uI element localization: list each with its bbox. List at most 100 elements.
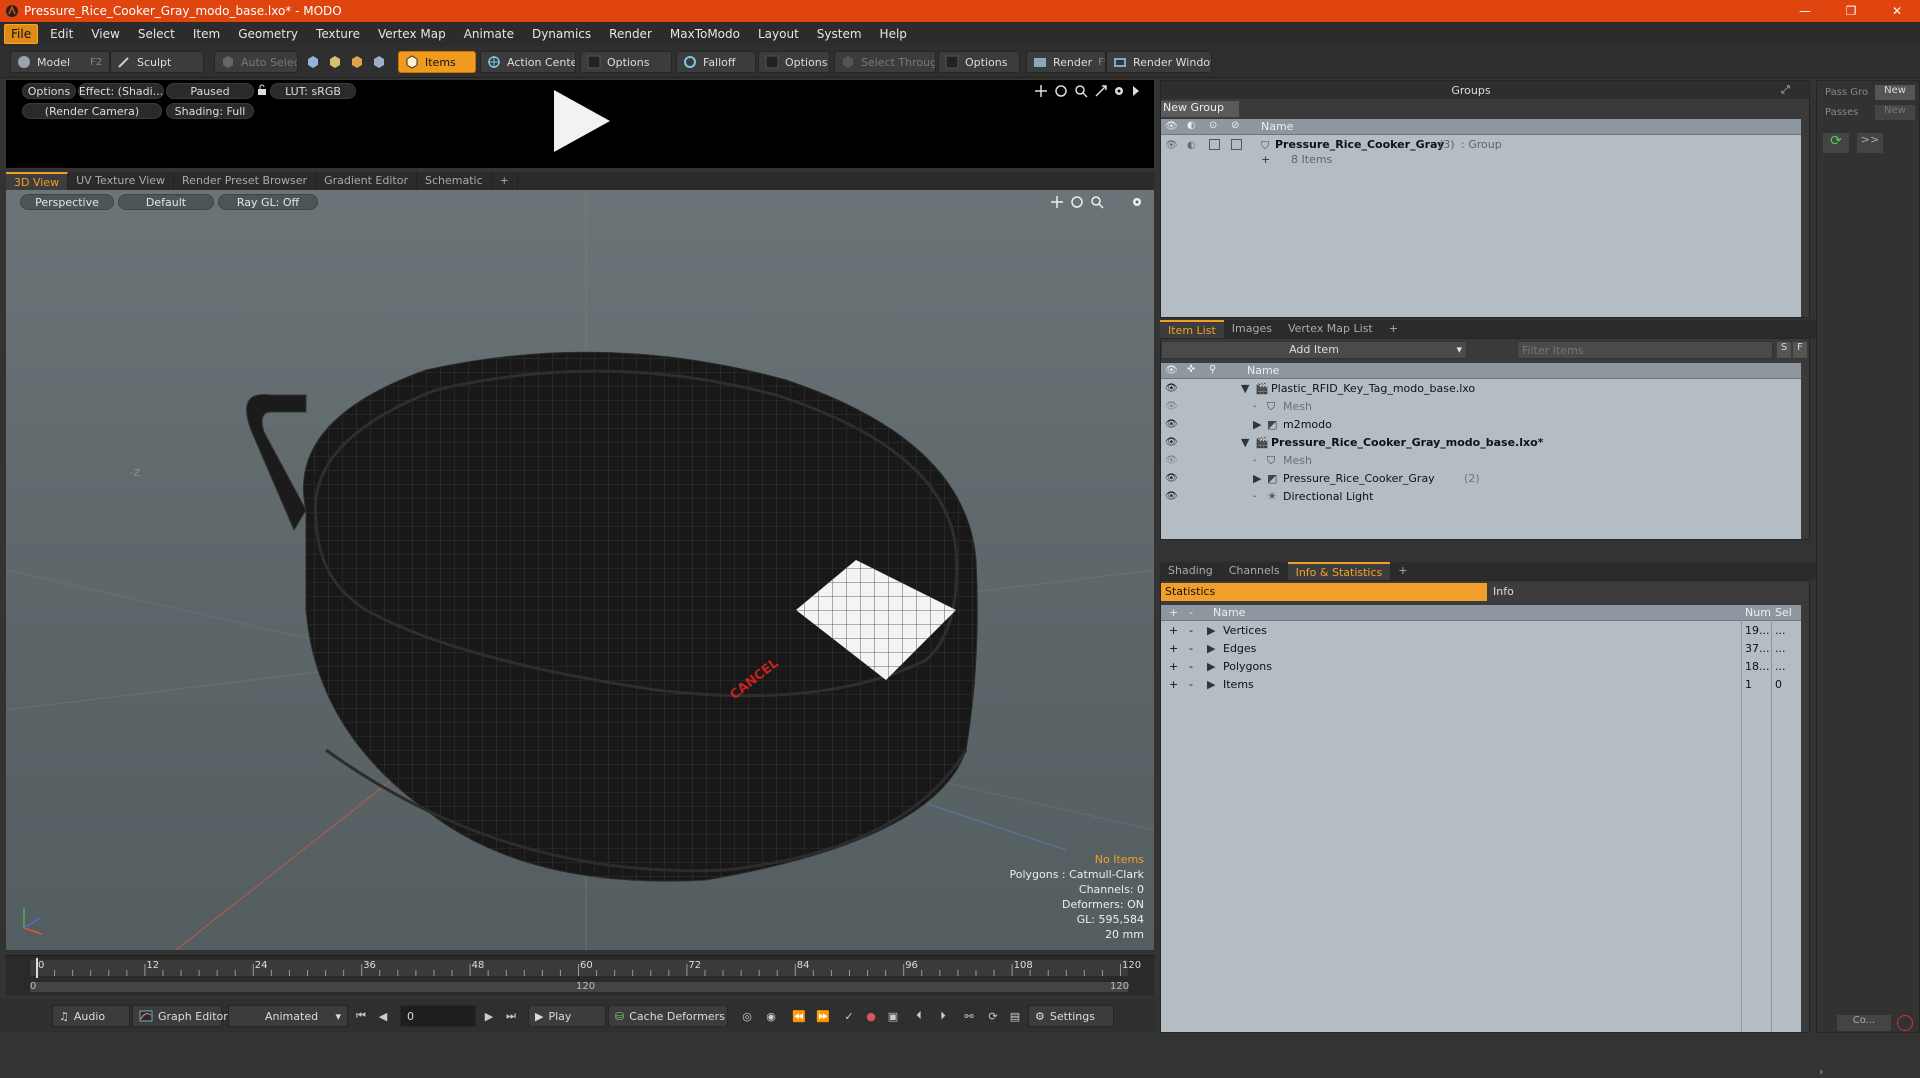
- vertex-select-icon[interactable]: [306, 55, 320, 69]
- gear-icon[interactable]: [1130, 195, 1144, 209]
- expand-plus-icon[interactable]: +: [1169, 624, 1178, 637]
- play-icon[interactable]: [546, 86, 616, 159]
- menu-layout[interactable]: Layout: [752, 25, 805, 43]
- tab-3d-view[interactable]: 3D View: [6, 172, 69, 190]
- tab-shading[interactable]: Shading: [1160, 562, 1221, 580]
- go-to-end-icon[interactable]: ⏭: [502, 1007, 520, 1025]
- perspective-dropdown[interactable]: Perspective: [20, 194, 114, 210]
- cache-deformers-button[interactable]: ⛁ Cache Deformers: [608, 1005, 728, 1027]
- render-toggle-icon[interactable]: ⚲: [1209, 364, 1216, 375]
- new-pass-group-button[interactable]: New: [1875, 85, 1915, 100]
- tab-schematic[interactable]: Schematic: [417, 172, 492, 190]
- menu-render[interactable]: Render: [603, 25, 658, 43]
- render-toggle-icon[interactable]: ◐: [1187, 140, 1196, 151]
- expand-arrow-icon[interactable]: ▶: [1207, 624, 1215, 637]
- tab-render-preset-browser[interactable]: Render Preset Browser: [174, 172, 317, 190]
- layers-icon[interactable]: ▤: [1006, 1007, 1024, 1025]
- record-icon[interactable]: ●: [862, 1007, 880, 1025]
- menu-item[interactable]: Item: [187, 25, 226, 43]
- auto-key-icon[interactable]: ◉: [762, 1007, 780, 1025]
- eye-icon[interactable]: 👁: [1165, 140, 1178, 151]
- item-row[interactable]: 👁 ▼ 🎬 Pressure_Rice_Cooker_Gray_modo_base.l…: [1161, 435, 1801, 453]
- shading-default-dropdown[interactable]: Default: [118, 194, 214, 210]
- co-button[interactable]: Co...: [1837, 1015, 1891, 1031]
- collapse-all-icon[interactable]: -: [1189, 606, 1193, 619]
- expand-icon[interactable]: ⤢: [1781, 83, 1809, 97]
- item-row[interactable]: 👁 ▼ 🎬 Plastic_RFID_Key_Tag_modo_base.lxo: [1161, 381, 1801, 399]
- expand-arrow-icon[interactable]: ▶: [1207, 660, 1215, 673]
- expand-all-icon[interactable]: +: [1169, 606, 1178, 619]
- select-toggle-icon[interactable]: ⊘: [1231, 120, 1239, 131]
- expand-arrow-icon[interactable]: ▶: [1253, 472, 1261, 485]
- polygon-select-icon[interactable]: [350, 55, 364, 69]
- key-settings-icon[interactable]: ▣: [884, 1007, 902, 1025]
- model-mode-button[interactable]: Model F2: [10, 51, 110, 73]
- s-toggle[interactable]: S: [1777, 342, 1791, 358]
- menu-dynamics[interactable]: Dynamics: [526, 25, 597, 43]
- expand-arrow-icon[interactable]: ·: [1253, 454, 1257, 467]
- render-button[interactable]: Render F9: [1026, 51, 1106, 73]
- more-button[interactable]: >>: [1857, 133, 1883, 153]
- stat-row[interactable]: + - ▶ Edges 37......: [1161, 641, 1801, 659]
- material-select-icon[interactable]: [372, 55, 386, 69]
- stat-row[interactable]: + - ▶ Items 1 0: [1161, 677, 1801, 695]
- groups-list[interactable]: Name 👁 ◐ ⊙ ⊘ 👁 ◐ ⛉ Pressure_Rice_Cooker_…: [1161, 119, 1801, 317]
- falloff-options-button[interactable]: Options: [758, 51, 830, 73]
- expand-plus-icon[interactable]: +: [1169, 660, 1178, 673]
- item-row[interactable]: 👁 · ⛉ Mesh: [1161, 399, 1801, 417]
- frame-input[interactable]: 0: [400, 1005, 476, 1027]
- animated-dropdown[interactable]: Animated ▾: [228, 1005, 348, 1027]
- auto-select-button[interactable]: Auto Select: [214, 51, 298, 73]
- add-tab-button[interactable]: +: [1381, 320, 1406, 338]
- preview-camera-dropdown[interactable]: (Render Camera): [22, 103, 162, 119]
- stat-row[interactable]: + - ▶ Polygons 18......: [1161, 659, 1801, 677]
- eye-icon[interactable]: 👁: [1165, 455, 1178, 466]
- tab-images[interactable]: Images: [1224, 320, 1280, 338]
- lock-icon[interactable]: [256, 84, 268, 96]
- new-pass-button[interactable]: New: [1875, 105, 1915, 120]
- next-frame-icon[interactable]: ▶: [480, 1007, 498, 1025]
- menu-vertex-map[interactable]: Vertex Map: [372, 25, 452, 43]
- action-center-button[interactable]: Action Center: [480, 51, 576, 73]
- zoom-view-icon[interactable]: [1090, 195, 1104, 209]
- eye-icon[interactable]: 👁: [1165, 419, 1178, 430]
- sculpt-mode-button[interactable]: Sculpt: [110, 51, 204, 73]
- info-subtab[interactable]: Info: [1489, 583, 1807, 601]
- menu-edit[interactable]: Edit: [44, 25, 79, 43]
- item-row[interactable]: 👁 · ☀ Directional Light: [1161, 489, 1801, 507]
- statistics-table[interactable]: + - Name Num Sel + - ▶ Vertices 19...... + - ▶ E…: [1161, 605, 1801, 1032]
- menu-help[interactable]: Help: [874, 25, 913, 43]
- collapse-minus-icon[interactable]: -: [1189, 678, 1193, 691]
- tab-gradient-editor[interactable]: Gradient Editor: [316, 172, 417, 190]
- menu-view[interactable]: View: [85, 25, 125, 43]
- add-item-dropdown[interactable]: Add Item ▾: [1161, 341, 1467, 359]
- move-view-icon[interactable]: [1034, 84, 1048, 98]
- prev-key-icon[interactable]: ⏪: [790, 1007, 808, 1025]
- render-window-button[interactable]: Render Window: [1106, 51, 1212, 73]
- keyframe-icon[interactable]: ✓: [840, 1007, 858, 1025]
- eye-icon[interactable]: 👁: [1165, 401, 1178, 412]
- add-tab-button[interactable]: +: [1390, 562, 1415, 580]
- collapse-arrow-icon[interactable]: ▼: [1241, 436, 1249, 449]
- eye-icon[interactable]: 👁: [1165, 491, 1178, 502]
- tab-info-statistics[interactable]: Info & Statistics: [1287, 562, 1391, 580]
- item-row[interactable]: 👁 ▶ ◩ Pressure_Rice_Cooker_Gray (2): [1161, 471, 1801, 489]
- step-back-icon[interactable]: ⏴: [910, 1007, 928, 1025]
- collapse-minus-icon[interactable]: -: [1189, 624, 1193, 637]
- preview-options-button[interactable]: Options: [22, 83, 76, 99]
- eye-icon[interactable]: 👁: [1165, 383, 1178, 394]
- expand-arrow-icon[interactable]: ·: [1253, 400, 1257, 413]
- new-group-button[interactable]: New Group: [1161, 101, 1239, 117]
- record-circle-icon[interactable]: [1897, 1015, 1913, 1031]
- rotate-view-icon[interactable]: [1054, 84, 1068, 98]
- sync-icon[interactable]: ⟳: [984, 1007, 1002, 1025]
- stat-row[interactable]: + - ▶ Vertices 19......: [1161, 623, 1801, 641]
- audio-button[interactable]: ♫ Audio: [52, 1005, 130, 1027]
- gear-icon[interactable]: [1112, 84, 1126, 98]
- chevron-right-icon[interactable]: [1130, 84, 1142, 98]
- statistics-subtab[interactable]: Statistics: [1161, 583, 1487, 601]
- tab-uv-texture-view[interactable]: UV Texture View: [68, 172, 175, 190]
- collapse-minus-icon[interactable]: -: [1189, 660, 1193, 673]
- items-mode-button[interactable]: Items: [398, 51, 476, 73]
- raygl-dropdown[interactable]: Ray GL: Off: [218, 194, 318, 210]
